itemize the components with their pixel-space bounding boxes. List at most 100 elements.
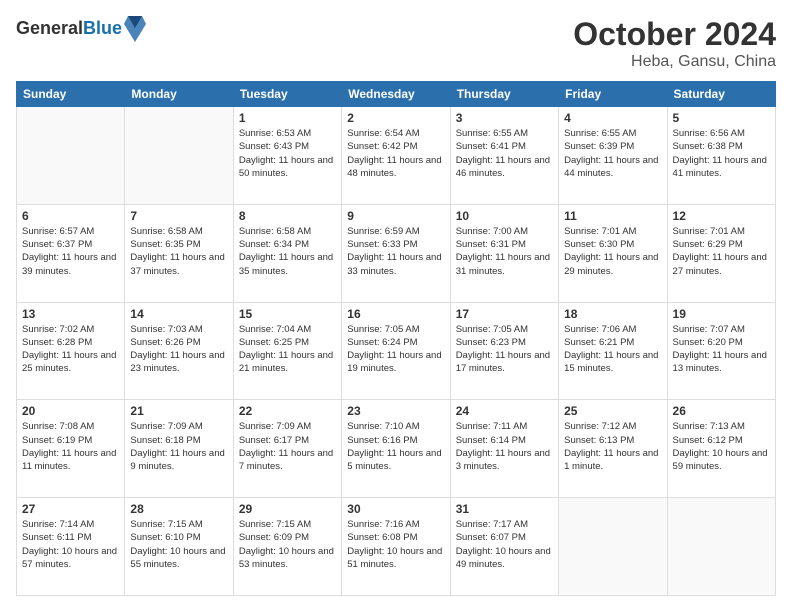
- day-info: Sunrise: 6:53 AMSunset: 6:43 PMDaylight:…: [239, 127, 336, 180]
- calendar-cell: [667, 498, 775, 596]
- calendar-cell: 14 Sunrise: 7:03 AMSunset: 6:26 PMDayligh…: [125, 302, 233, 400]
- calendar-cell: 1 Sunrise: 6:53 AMSunset: 6:43 PMDaylight…: [233, 107, 341, 205]
- day-number: 13: [22, 307, 119, 321]
- day-number: 5: [673, 111, 770, 125]
- day-number: 1: [239, 111, 336, 125]
- day-number: 14: [130, 307, 227, 321]
- day-info: Sunrise: 7:15 AMSunset: 6:10 PMDaylight:…: [130, 518, 227, 571]
- calendar-cell: 25Sunrise: 7:12 AMSunset: 6:13 PMDayligh…: [559, 400, 667, 498]
- calendar-cell: 2 Sunrise: 6:54 AMSunset: 6:42 PMDaylight…: [342, 107, 450, 205]
- calendar-cell: 9 Sunrise: 6:59 AMSunset: 6:33 PMDaylight…: [342, 204, 450, 302]
- day-info: Sunrise: 6:58 AMSunset: 6:35 PMDaylight:…: [130, 225, 227, 278]
- day-number: 6: [22, 209, 119, 223]
- calendar-week-row: 6Sunrise: 6:57 AMSunset: 6:37 PMDaylight…: [17, 204, 776, 302]
- day-info: Sunrise: 7:03 AMSunset: 6:26 PMDaylight:…: [130, 323, 227, 376]
- header-wednesday: Wednesday: [342, 82, 450, 107]
- calendar-week-row: 13Sunrise: 7:02 AMSunset: 6:28 PMDayligh…: [17, 302, 776, 400]
- day-number: 21: [130, 404, 227, 418]
- calendar-cell: 10 Sunrise: 7:00 AMSunset: 6:31 PMDayligh…: [450, 204, 558, 302]
- calendar-cell: 4 Sunrise: 6:55 AMSunset: 6:39 PMDaylight…: [559, 107, 667, 205]
- day-info: Sunrise: 7:16 AMSunset: 6:08 PMDaylight:…: [347, 518, 444, 571]
- day-number: 29: [239, 502, 336, 516]
- day-info: Sunrise: 7:09 AMSunset: 6:18 PMDaylight:…: [130, 420, 227, 473]
- day-info: Sunrise: 7:01 AMSunset: 6:29 PMDaylight:…: [673, 225, 770, 278]
- header-saturday: Saturday: [667, 82, 775, 107]
- calendar-cell: [559, 498, 667, 596]
- title-block: October 2024 Heba, Gansu, China: [573, 16, 776, 71]
- day-info: Sunrise: 7:00 AMSunset: 6:31 PMDaylight:…: [456, 225, 553, 278]
- calendar-cell: 21 Sunrise: 7:09 AMSunset: 6:18 PMDayligh…: [125, 400, 233, 498]
- day-number: 28: [130, 502, 227, 516]
- header-thursday: Thursday: [450, 82, 558, 107]
- calendar-cell: 15 Sunrise: 7:04 AMSunset: 6:25 PMDayligh…: [233, 302, 341, 400]
- calendar-cell: 3 Sunrise: 6:55 AMSunset: 6:41 PMDaylight…: [450, 107, 558, 205]
- calendar-cell: 27 Sunrise: 7:14 AMSunset: 6:11 PMDayligh…: [17, 498, 125, 596]
- day-info: Sunrise: 7:08 AMSunset: 6:19 PMDaylight:…: [22, 420, 119, 473]
- header-tuesday: Tuesday: [233, 82, 341, 107]
- day-number: 22: [239, 404, 336, 418]
- calendar-week-row: 20 Sunrise: 7:08 AMSunset: 6:19 PMDayligh…: [17, 400, 776, 498]
- calendar-cell: 17 Sunrise: 7:05 AMSunset: 6:23 PMDayligh…: [450, 302, 558, 400]
- header-monday: Monday: [125, 82, 233, 107]
- day-number: 16: [347, 307, 444, 321]
- day-info: Sunrise: 6:54 AMSunset: 6:42 PMDaylight:…: [347, 127, 444, 180]
- day-number: 30: [347, 502, 444, 516]
- day-number: 7: [130, 209, 227, 223]
- day-number: 9: [347, 209, 444, 223]
- calendar-cell: 26Sunrise: 7:13 AMSunset: 6:12 PMDayligh…: [667, 400, 775, 498]
- calendar-cell: [125, 107, 233, 205]
- day-number: 17: [456, 307, 553, 321]
- logo-blue: Blue: [83, 18, 122, 38]
- calendar-cell: 23Sunrise: 7:10 AMSunset: 6:16 PMDayligh…: [342, 400, 450, 498]
- calendar-cell: [17, 107, 125, 205]
- day-info: Sunrise: 7:05 AMSunset: 6:24 PMDaylight:…: [347, 323, 444, 376]
- day-number: 15: [239, 307, 336, 321]
- calendar-cell: 11 Sunrise: 7:01 AMSunset: 6:30 PMDayligh…: [559, 204, 667, 302]
- day-number: 2: [347, 111, 444, 125]
- month-title: October 2024: [573, 16, 776, 53]
- day-info: Sunrise: 6:56 AMSunset: 6:38 PMDaylight:…: [673, 127, 770, 180]
- calendar-header-row: Sunday Monday Tuesday Wednesday Thursday…: [17, 82, 776, 107]
- day-number: 3: [456, 111, 553, 125]
- day-info: Sunrise: 7:05 AMSunset: 6:23 PMDaylight:…: [456, 323, 553, 376]
- calendar-cell: 24Sunrise: 7:11 AMSunset: 6:14 PMDayligh…: [450, 400, 558, 498]
- day-info: Sunrise: 6:55 AMSunset: 6:39 PMDaylight:…: [564, 127, 661, 180]
- header: GeneralBlue October 2024 Heba, Gansu, Ch…: [16, 16, 776, 71]
- logo: GeneralBlue: [16, 16, 146, 42]
- day-number: 10: [456, 209, 553, 223]
- day-number: 11: [564, 209, 661, 223]
- day-number: 4: [564, 111, 661, 125]
- day-number: 27: [22, 502, 119, 516]
- calendar-cell: 19Sunrise: 7:07 AMSunset: 6:20 PMDayligh…: [667, 302, 775, 400]
- day-info: Sunrise: 7:13 AMSunset: 6:12 PMDaylight:…: [673, 420, 770, 473]
- location: Heba, Gansu, China: [573, 53, 776, 71]
- logo-general: General: [16, 18, 83, 38]
- calendar-cell: 12 Sunrise: 7:01 AMSunset: 6:29 PMDayligh…: [667, 204, 775, 302]
- day-info: Sunrise: 7:04 AMSunset: 6:25 PMDaylight:…: [239, 323, 336, 376]
- day-info: Sunrise: 7:11 AMSunset: 6:14 PMDaylight:…: [456, 420, 553, 473]
- day-number: 12: [673, 209, 770, 223]
- day-number: 31: [456, 502, 553, 516]
- day-number: 18: [564, 307, 661, 321]
- day-info: Sunrise: 7:10 AMSunset: 6:16 PMDaylight:…: [347, 420, 444, 473]
- logo-icon: [124, 16, 146, 42]
- calendar-cell: 8Sunrise: 6:58 AMSunset: 6:34 PMDaylight…: [233, 204, 341, 302]
- calendar-cell: 22Sunrise: 7:09 AMSunset: 6:17 PMDayligh…: [233, 400, 341, 498]
- day-info: Sunrise: 7:15 AMSunset: 6:09 PMDaylight:…: [239, 518, 336, 571]
- day-number: 25: [564, 404, 661, 418]
- calendar-cell: 16 Sunrise: 7:05 AMSunset: 6:24 PMDayligh…: [342, 302, 450, 400]
- calendar-cell: 28 Sunrise: 7:15 AMSunset: 6:10 PMDayligh…: [125, 498, 233, 596]
- calendar-cell: 30 Sunrise: 7:16 AMSunset: 6:08 PMDayligh…: [342, 498, 450, 596]
- day-number: 20: [22, 404, 119, 418]
- day-info: Sunrise: 7:17 AMSunset: 6:07 PMDaylight:…: [456, 518, 553, 571]
- calendar-cell: 6Sunrise: 6:57 AMSunset: 6:37 PMDaylight…: [17, 204, 125, 302]
- calendar-cell: 13Sunrise: 7:02 AMSunset: 6:28 PMDayligh…: [17, 302, 125, 400]
- calendar-cell: 7 Sunrise: 6:58 AMSunset: 6:35 PMDaylight…: [125, 204, 233, 302]
- calendar-cell: 20 Sunrise: 7:08 AMSunset: 6:19 PMDayligh…: [17, 400, 125, 498]
- day-info: Sunrise: 6:55 AMSunset: 6:41 PMDaylight:…: [456, 127, 553, 180]
- day-info: Sunrise: 6:59 AMSunset: 6:33 PMDaylight:…: [347, 225, 444, 278]
- day-info: Sunrise: 7:14 AMSunset: 6:11 PMDaylight:…: [22, 518, 119, 571]
- calendar-cell: 31 Sunrise: 7:17 AMSunset: 6:07 PMDayligh…: [450, 498, 558, 596]
- day-info: Sunrise: 6:58 AMSunset: 6:34 PMDaylight:…: [239, 225, 336, 278]
- day-info: Sunrise: 7:01 AMSunset: 6:30 PMDaylight:…: [564, 225, 661, 278]
